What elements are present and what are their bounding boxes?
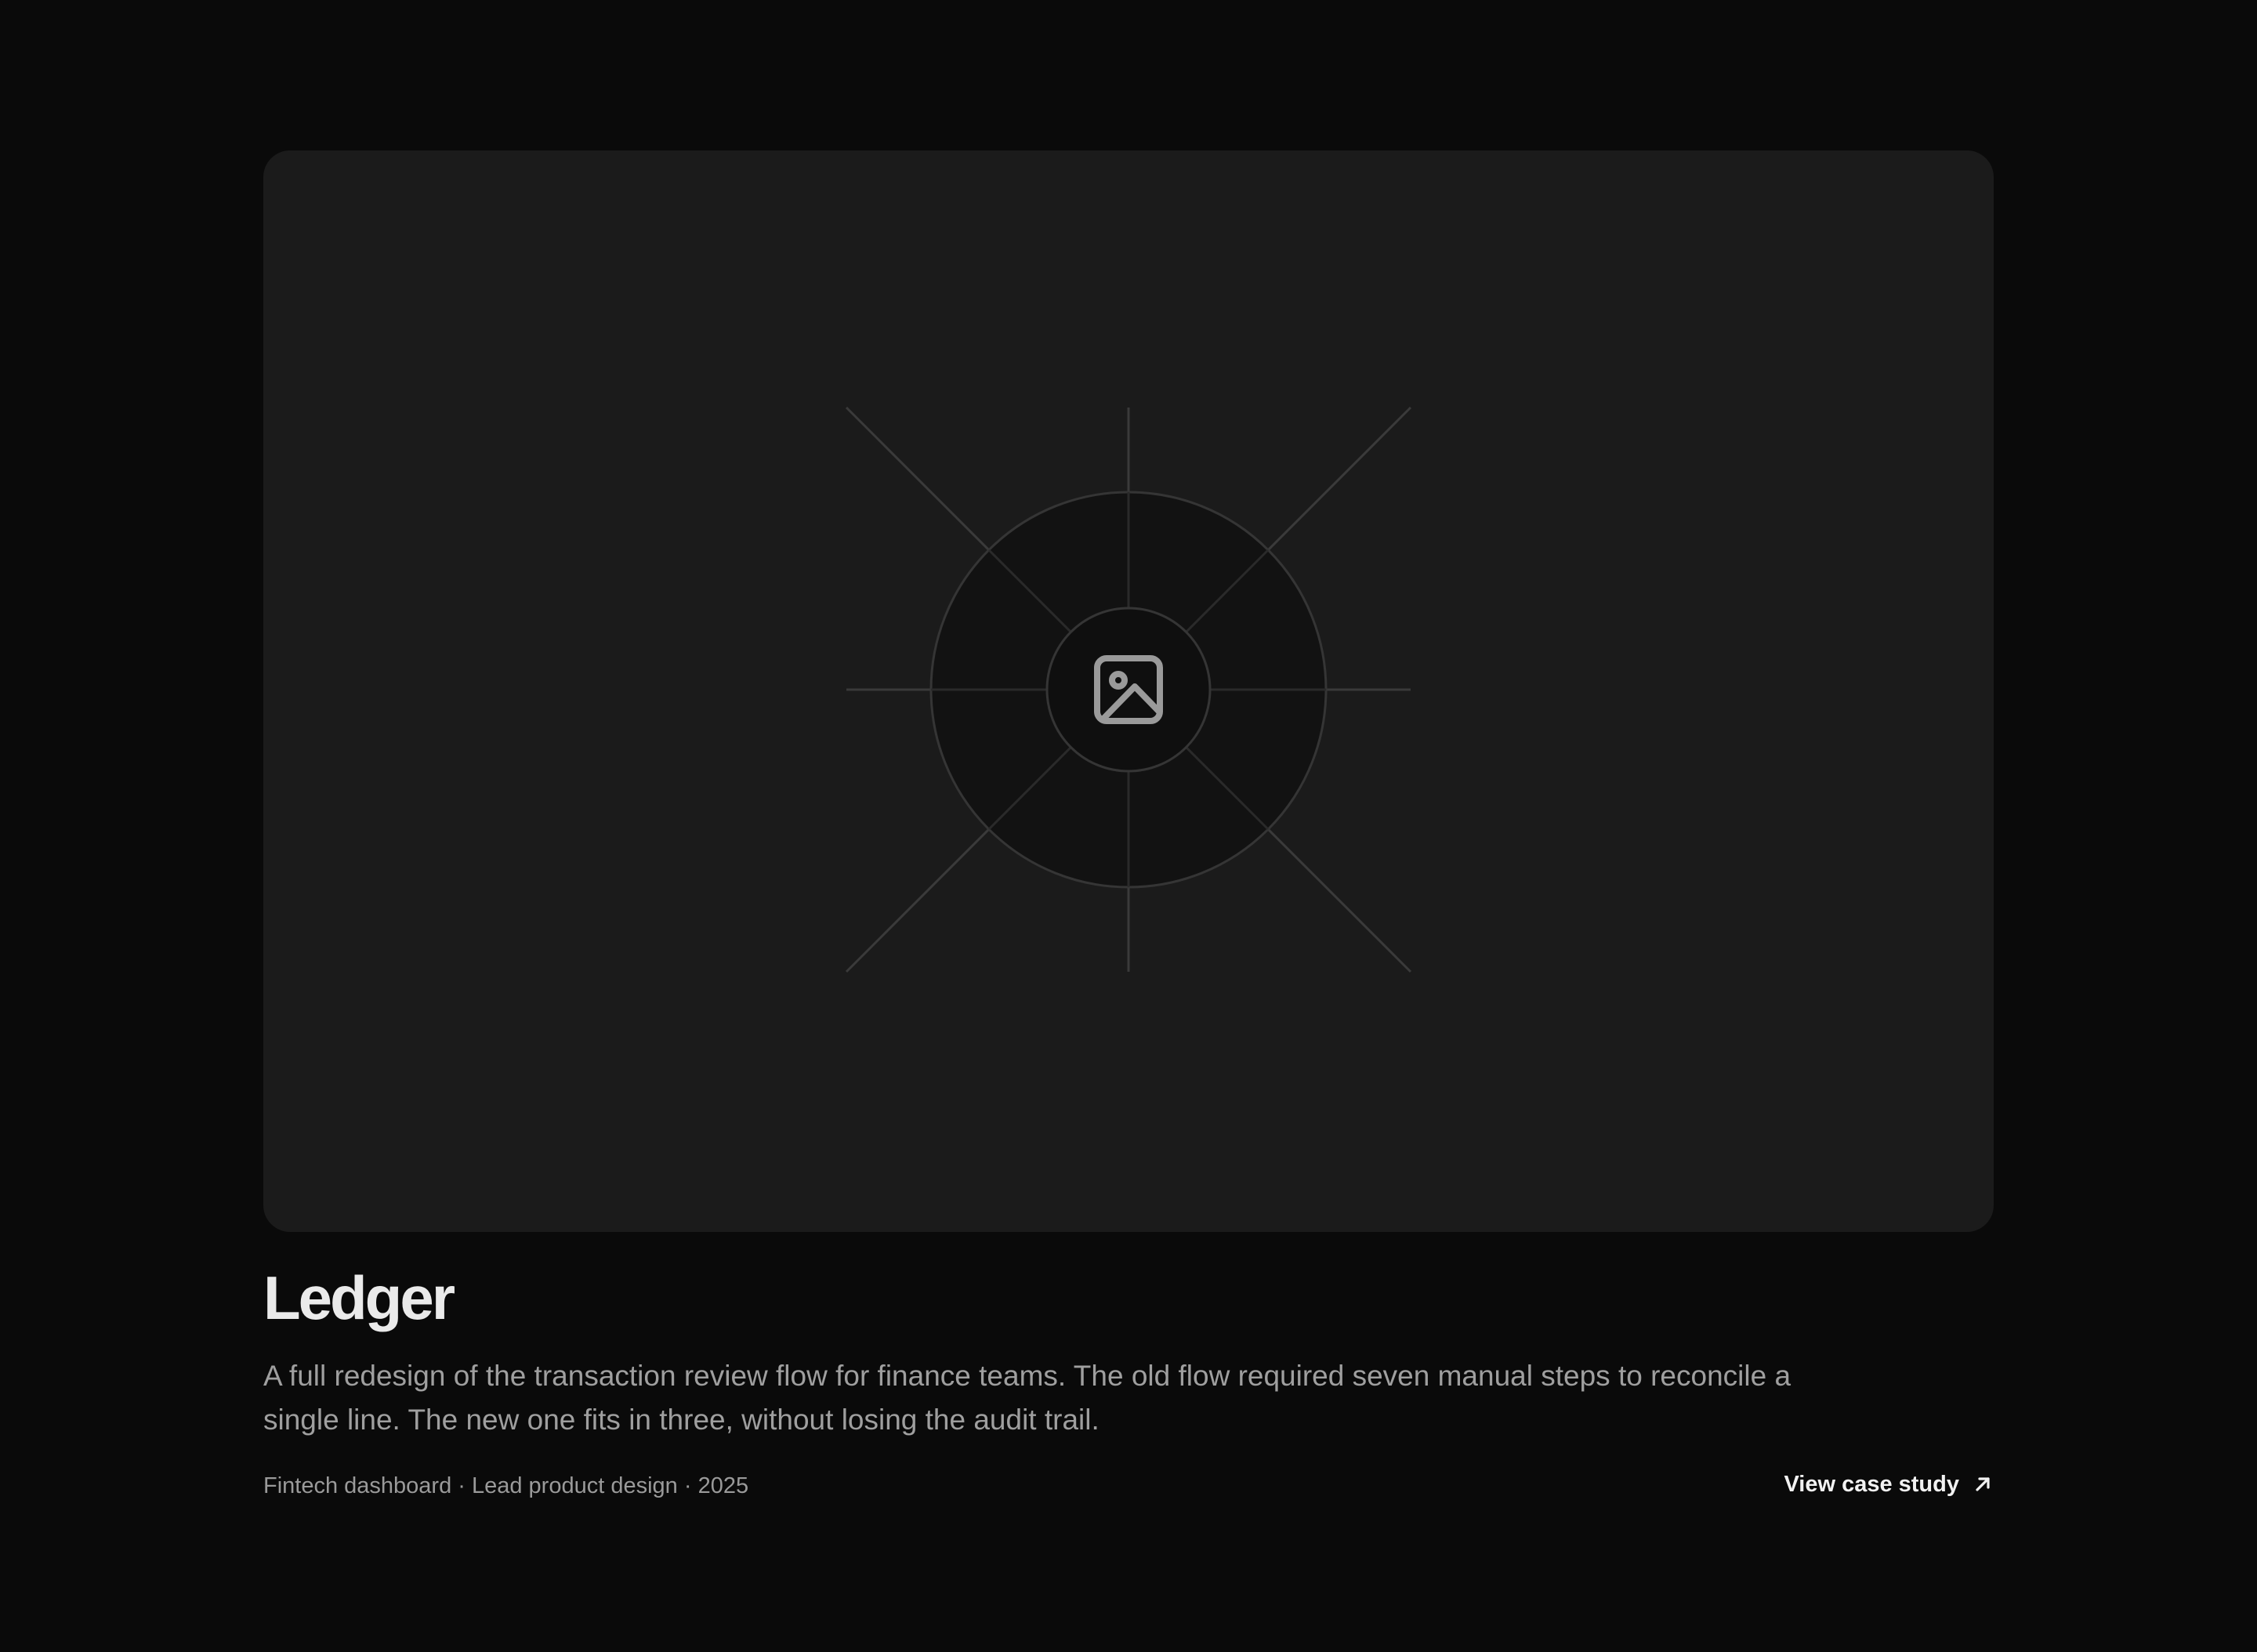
project-title: Ledger (263, 1263, 455, 1332)
view-case-study-link[interactable]: View case study (1784, 1467, 1994, 1502)
view-case-study-label: View case study (1784, 1472, 1959, 1497)
arrow-up-right-icon (1972, 1473, 1994, 1495)
project-meta: Fintech dashboard · Lead product design … (263, 1473, 749, 1498)
project-cover-image-placeholder[interactable] (263, 150, 1994, 1232)
project-page: Ledger A full redesign of the transactio… (0, 0, 2257, 1652)
placeholder-graphic (845, 406, 1412, 973)
project-description: A full redesign of the transaction revie… (263, 1360, 1791, 1436)
